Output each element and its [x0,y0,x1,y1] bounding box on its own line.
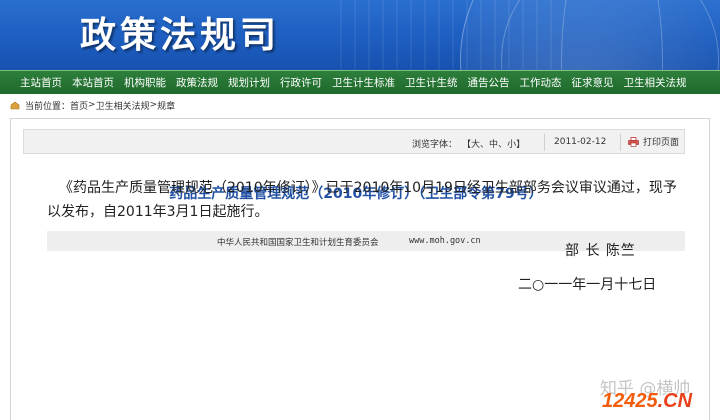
toolbar-divider [544,134,545,151]
nav-item-site-home[interactable]: 本站首页 [67,75,119,90]
nav-item-policies[interactable]: 政策法规 [171,75,223,90]
font-size-options: 【大、中、小】 [462,137,525,150]
breadcrumb-separator: > [88,100,96,110]
nav-item-planning[interactable]: 规划计划 [223,75,275,90]
nav-item-news[interactable]: 工作动态 [515,75,567,90]
nav-item-functions[interactable]: 机构职能 [119,75,171,90]
font-small-link[interactable]: 小 [507,140,516,150]
printer-icon [628,136,639,147]
nav-item-health-laws[interactable]: 卫生相关法规 [619,75,692,90]
breadcrumb-current[interactable]: 规章 [157,99,175,112]
toolbar-divider [620,134,621,151]
publish-date: 2011-02-12 [554,137,607,147]
font-separator: 、 [480,140,490,150]
breadcrumb-home-link[interactable]: 首页 [70,99,88,112]
font-medium-link[interactable]: 中 [489,140,498,150]
nav-item-standards[interactable]: 卫生计生标准 [327,75,400,90]
print-label: 打印页面 [643,138,680,148]
site-watermark-number: 12425 [602,390,658,412]
nav-item-main-home[interactable]: 主站首页 [18,75,67,90]
print-button[interactable]: 打印页面 [628,135,679,148]
font-large-link[interactable]: 大 [471,140,480,150]
location-icon [10,101,20,109]
font-size-label: 浏览字体： [412,140,458,150]
nav-item-licensing[interactable]: 行政许可 [275,75,327,90]
main-nav: 主站首页 本站首页 机构职能 政策法规 规划计划 行政许可 卫生计生标准 卫生计… [0,70,720,94]
font-bracket-close: 】 [516,140,526,150]
site-watermark: 12425.CN [602,390,692,413]
nav-item-feedback[interactable]: 征求意见 [567,75,619,90]
breadcrumb: 当前位置： 首页 > 卫生相关法规 > 规章 [10,98,710,112]
nav-item-statistics[interactable]: 卫生计生统 [400,75,463,90]
nav-item-notices[interactable]: 通告公告 [463,75,515,90]
header-banner: 政策法规司 [0,0,720,70]
breadcrumb-section-link[interactable]: 卫生相关法规 [96,99,150,112]
site-watermark-tld: .CN [657,390,693,412]
source-website: www.moh.gov.cn [409,236,481,246]
article-body: 《药品生产质量管理规范（2010年修订）》已于2010年10月19日经卫生部部务… [47,176,687,224]
breadcrumb-label: 当前位置： [25,101,71,112]
article-paragraph: 《药品生产质量管理规范（2010年修订）》已于2010年10月19日经卫生部部务… [47,180,677,220]
signature-date: 二○一一年一月十七日 [518,277,657,293]
signature-name: 部 长 陈竺 [565,243,636,259]
globe-graphic [460,0,720,70]
font-separator: 、 [498,140,508,150]
breadcrumb-separator: > [149,100,158,110]
source-organization: 中华人民共和国国家卫生和计划生育委员会 [217,238,379,248]
font-bracket-open: 【 [462,140,472,150]
site-title: 政策法规司 [80,14,281,56]
article-toolbar: 浏览字体： 【大、中、小】 2011-02-12 打印页面 [23,129,685,154]
